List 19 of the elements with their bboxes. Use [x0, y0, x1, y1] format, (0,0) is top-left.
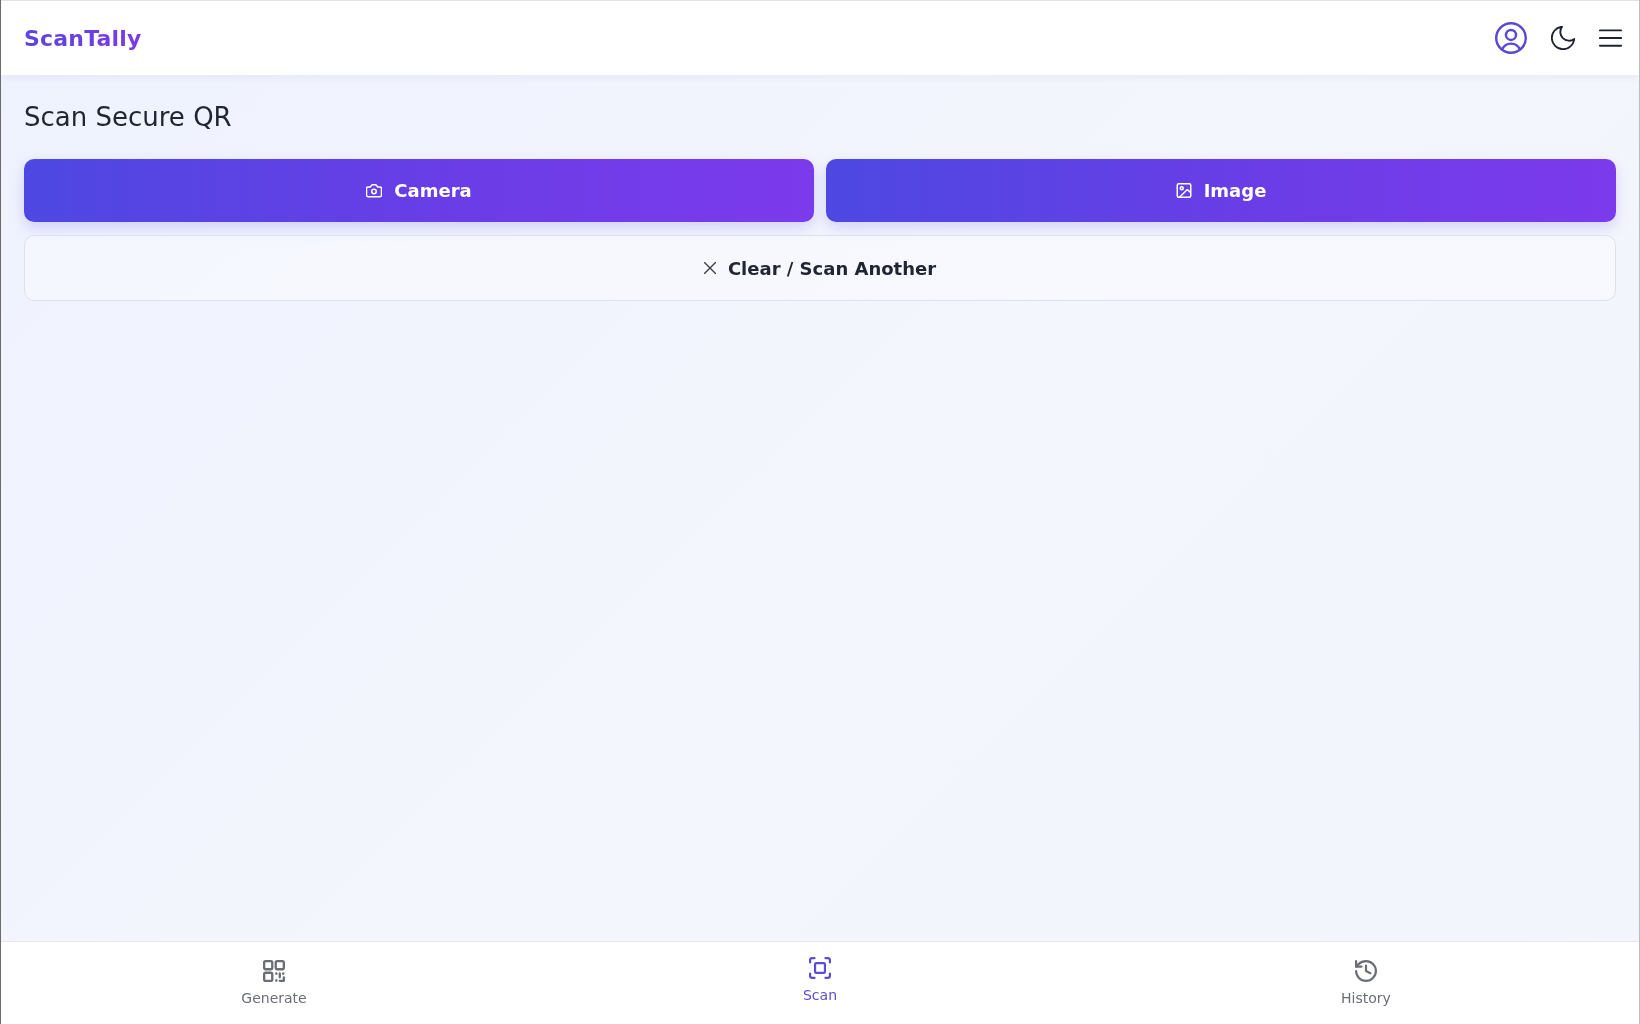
nav-tab[interactable]: Scan — [794, 953, 845, 1007]
page-title: Scan Secure QR — [24, 101, 233, 134]
nav-tab[interactable]: Generate — [233, 956, 315, 1010]
close-icon — [703, 262, 716, 274]
camera-icon — [366, 183, 383, 198]
history-icon — [1355, 960, 1377, 982]
qr-code-icon — [263, 960, 285, 982]
clear-scan-button[interactable]: Clear / Scan Another — [24, 235, 1616, 301]
moon-icon — [1551, 26, 1575, 50]
account-button[interactable] — [1492, 19, 1530, 57]
menu-button[interactable] — [1596, 26, 1625, 50]
menu-icon — [1599, 29, 1622, 47]
image-button[interactable]: Image — [826, 159, 1616, 222]
theme-toggle-button[interactable] — [1548, 23, 1578, 53]
user-circle-icon — [1495, 22, 1527, 54]
nav-tab[interactable]: History — [1333, 956, 1399, 1010]
camera-button[interactable]: Camera — [24, 159, 814, 222]
scan-frame-icon — [809, 957, 831, 979]
image-icon — [1175, 183, 1192, 198]
